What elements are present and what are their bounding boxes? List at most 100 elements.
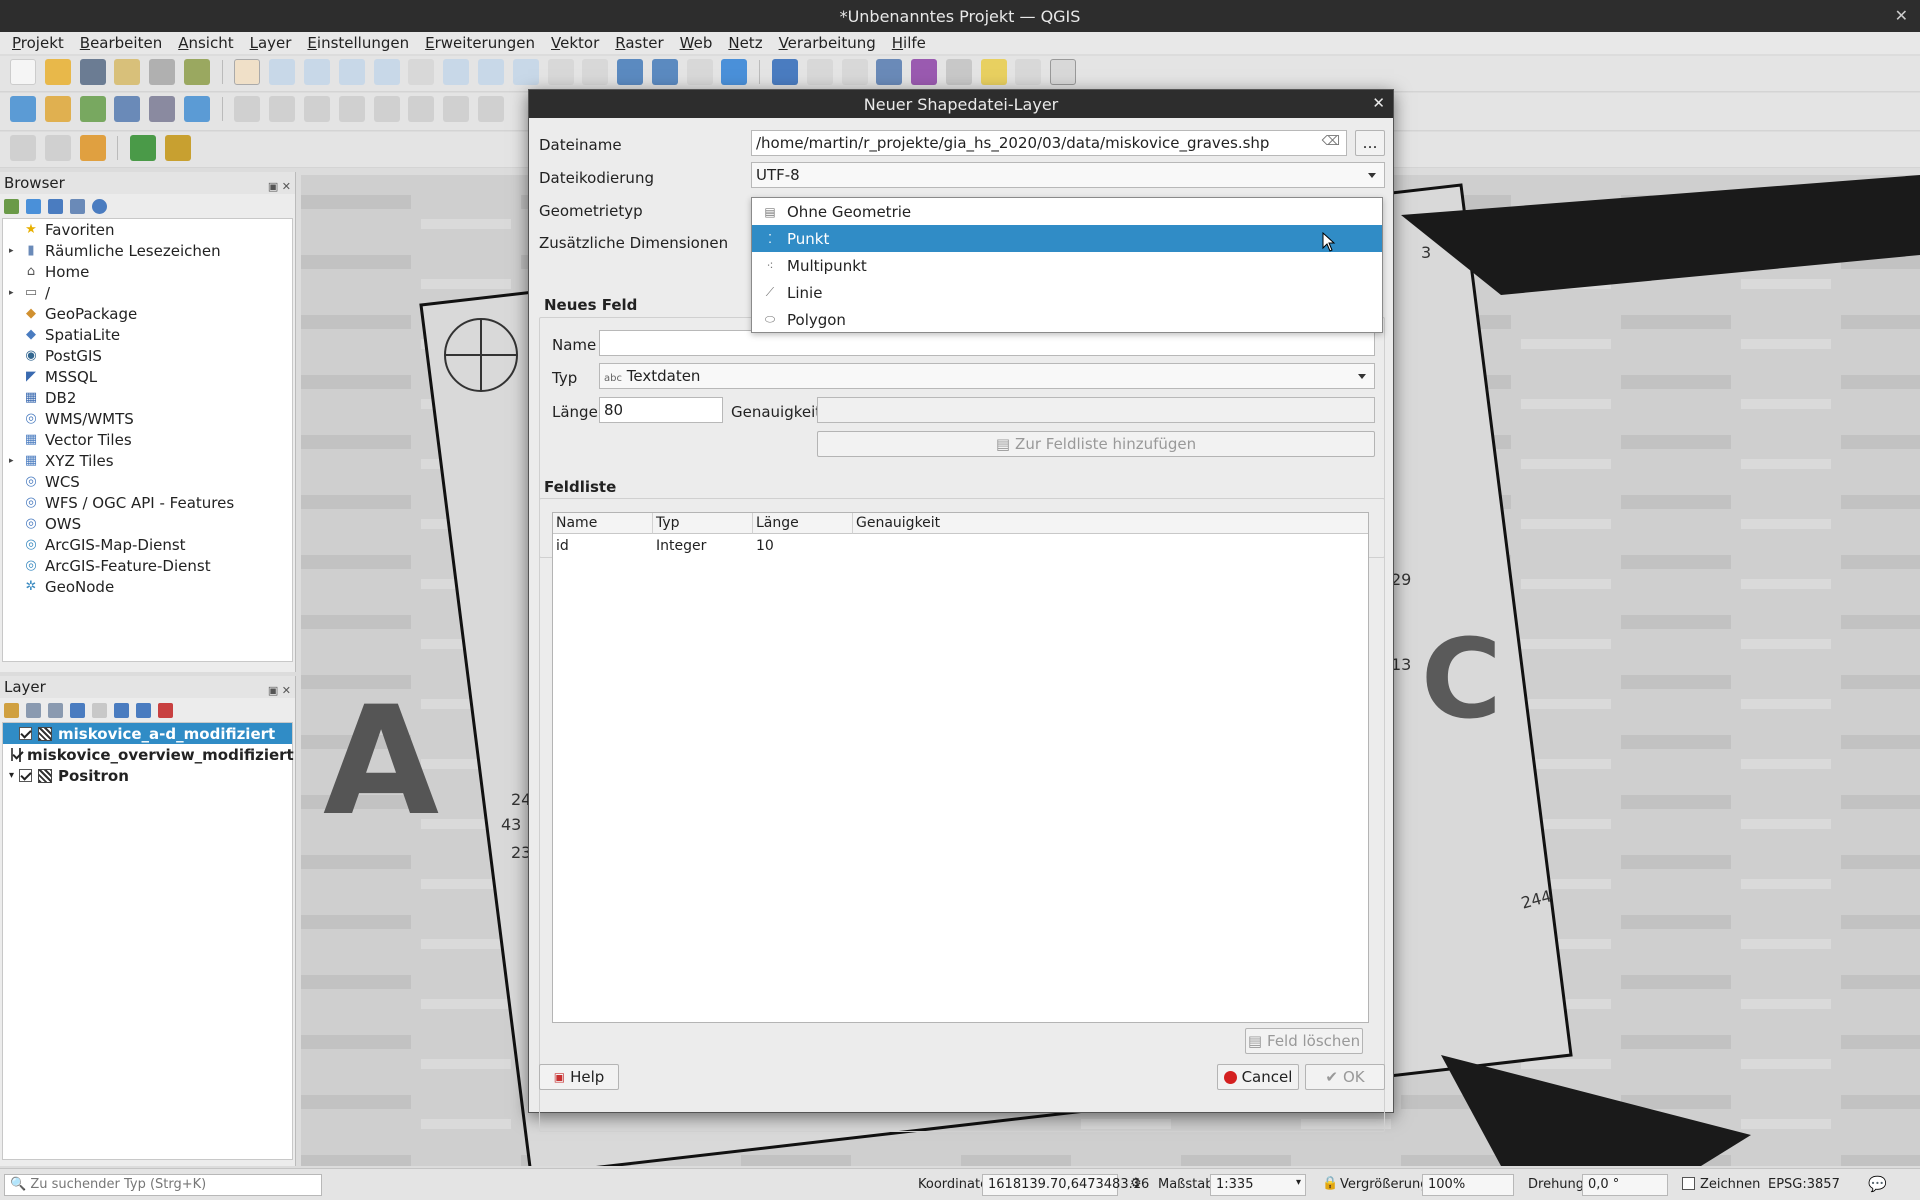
browser-item[interactable]: ◆ SpatiaLite	[3, 324, 292, 345]
browser-item[interactable]: ✲ GeoNode	[3, 576, 292, 597]
processing-toolbox-icon[interactable]	[876, 59, 903, 85]
deselect-features-icon[interactable]	[79, 135, 106, 161]
field-calculator-icon[interactable]	[841, 59, 868, 85]
layer-visibility-checkbox[interactable]	[11, 748, 13, 761]
layer-item[interactable]: miskovice_overview_modifiziert	[3, 744, 294, 765]
show-bookmarks-icon[interactable]	[651, 59, 678, 85]
open-layer-styling-icon[interactable]	[4, 702, 19, 718]
geometry-option[interactable]: ⟋ Linie	[752, 279, 1382, 306]
menu-bearbeiten[interactable]: Bearbeiten	[72, 34, 170, 52]
collapse-all-layers-icon[interactable]	[136, 702, 151, 718]
field-length-input[interactable]: 80	[599, 397, 723, 423]
browser-item[interactable]: ⌂ Home	[3, 261, 292, 282]
new-temporary-layer-icon[interactable]	[149, 96, 176, 122]
panel-float-close-icon[interactable]: ▣ ✕	[268, 176, 291, 198]
text-annotation-icon[interactable]	[1050, 59, 1077, 85]
browser-item[interactable]: ◆ GeoPackage	[3, 303, 292, 324]
browser-item[interactable]: ◤ MSSQL	[3, 366, 292, 387]
add-selected-icon[interactable]	[4, 198, 19, 214]
filter-browser-icon[interactable]	[48, 198, 63, 214]
filename-input[interactable]: /home/martin/r_projekte/gia_hs_2020/03/d…	[751, 130, 1347, 156]
pan-to-selection-icon[interactable]	[269, 59, 296, 85]
coordinate-field[interactable]: 1618139.70,6473483.16	[982, 1174, 1149, 1196]
crs-button[interactable]: EPSG:3857	[1768, 1177, 1840, 1192]
toggle-editing-icon[interactable]	[269, 96, 296, 122]
menu-verarbeitung[interactable]: Verarbeitung	[771, 34, 884, 52]
geometry-option[interactable]: ⁚ Punkt	[752, 225, 1382, 252]
filter-legend-icon[interactable]	[70, 702, 85, 718]
dialog-close-icon[interactable]: ✕	[1372, 94, 1385, 112]
layer-item[interactable]: miskovice_a-d_modifiziert	[3, 723, 292, 744]
zoom-last-icon[interactable]	[512, 59, 539, 85]
window-close-icon[interactable]: ✕	[1895, 6, 1908, 25]
collapse-all-icon[interactable]	[70, 198, 85, 214]
add-to-field-list-button[interactable]: ▤ Zur Feldliste hinzufügen	[817, 431, 1375, 457]
expand-arrow-icon[interactable]: ▸	[9, 456, 23, 466]
plugin-icon[interactable]	[164, 135, 191, 161]
select-features-icon[interactable]	[10, 135, 36, 161]
map-tips-icon[interactable]	[980, 59, 1007, 85]
layer-visibility-checkbox[interactable]	[19, 727, 32, 740]
expand-arrow-icon[interactable]: ▾	[9, 770, 17, 781]
new-map-view-icon[interactable]	[582, 59, 609, 85]
browser-item[interactable]: ▦ Vector Tiles	[3, 429, 292, 450]
new-shapefile-layer-icon[interactable]	[79, 96, 106, 122]
scale-combo[interactable]: 1:335 ▾	[1210, 1174, 1306, 1196]
cut-features-icon[interactable]	[477, 96, 504, 122]
locator-icon[interactable]	[1015, 59, 1042, 85]
menu-web[interactable]: Web	[672, 34, 721, 52]
zoom-out-icon[interactable]	[338, 59, 365, 85]
browser-item[interactable]: ◎ ArcGIS-Map-Dienst	[3, 534, 292, 555]
help-button[interactable]: ▣ Help	[539, 1064, 619, 1090]
pan-icon[interactable]	[234, 59, 261, 85]
properties-icon[interactable]	[92, 198, 107, 214]
lock-icon[interactable]: 🔒	[1322, 1176, 1338, 1191]
new-virtual-layer-icon[interactable]	[183, 96, 210, 122]
delete-selected-icon[interactable]	[443, 96, 470, 122]
open-attribute-table-icon[interactable]	[806, 59, 833, 85]
clear-icon[interactable]: ⌫	[1322, 134, 1340, 149]
new-spatialite-layer-icon[interactable]	[114, 96, 141, 122]
messages-icon[interactable]: 💬	[1868, 1175, 1887, 1193]
column-header-name[interactable]: Name	[553, 513, 653, 534]
column-header-precision[interactable]: Genauigkeit	[853, 513, 1368, 534]
browser-item[interactable]: ◎ WFS / OGC API - Features	[3, 492, 292, 513]
style-manager-icon[interactable]	[183, 59, 210, 85]
menu-erweiterungen[interactable]: Erweiterungen	[417, 34, 543, 52]
expand-arrow-icon[interactable]: ▸	[9, 246, 23, 256]
browser-item[interactable]: ★ Favoriten	[3, 219, 292, 240]
refresh-browser-icon[interactable]	[26, 198, 41, 214]
rotation-spinbox[interactable]: 0,0 °	[1582, 1174, 1668, 1196]
browser-item[interactable]: ◎ OWS	[3, 513, 292, 534]
select-by-value-icon[interactable]	[44, 135, 71, 161]
menu-netz[interactable]: Netz	[720, 34, 770, 52]
delete-field-button[interactable]: ▤ Feld löschen	[1245, 1028, 1363, 1054]
new-bookmark-icon[interactable]	[617, 59, 644, 85]
manage-visibility-icon[interactable]	[48, 702, 63, 718]
modify-attributes-icon[interactable]	[408, 96, 435, 122]
vertex-tool-icon[interactable]	[373, 96, 400, 122]
layer-item[interactable]: ▾ Positron	[3, 765, 292, 786]
zoom-in-icon[interactable]	[304, 59, 331, 85]
magnifier-spinbox[interactable]: 100%	[1422, 1174, 1514, 1196]
ok-button[interactable]: ✔ OK	[1305, 1064, 1385, 1090]
browser-item[interactable]: ▸ ▮ Räumliche Lesezeichen	[3, 240, 292, 261]
coordinate-toggle-icon[interactable]: ⚙	[1130, 1176, 1142, 1191]
open-project-icon[interactable]	[44, 59, 71, 85]
datasource-manager-icon[interactable]	[10, 96, 36, 122]
menu-ansicht[interactable]: Ansicht	[170, 34, 241, 52]
browser-item[interactable]: ◉ PostGIS	[3, 345, 292, 366]
menu-layer[interactable]: Layer	[242, 34, 300, 52]
current-edits-icon[interactable]	[234, 96, 261, 122]
refresh-icon[interactable]	[721, 59, 748, 85]
geometry-option[interactable]: ▤ Ohne Geometrie	[752, 198, 1382, 225]
menu-raster[interactable]: Raster	[607, 34, 671, 52]
temporal-controller-icon[interactable]	[686, 59, 713, 85]
layout-manager-icon[interactable]	[149, 59, 176, 85]
geometry-option[interactable]: ⬭ Polygon	[752, 306, 1382, 333]
expand-all-icon[interactable]	[114, 702, 129, 718]
field-list-table[interactable]: Name Typ Länge Genauigkeit id Integer 10	[552, 512, 1369, 1023]
column-header-type[interactable]: Typ	[653, 513, 753, 534]
remove-layer-icon[interactable]	[158, 702, 173, 718]
cancel-button[interactable]: Cancel	[1217, 1064, 1299, 1090]
